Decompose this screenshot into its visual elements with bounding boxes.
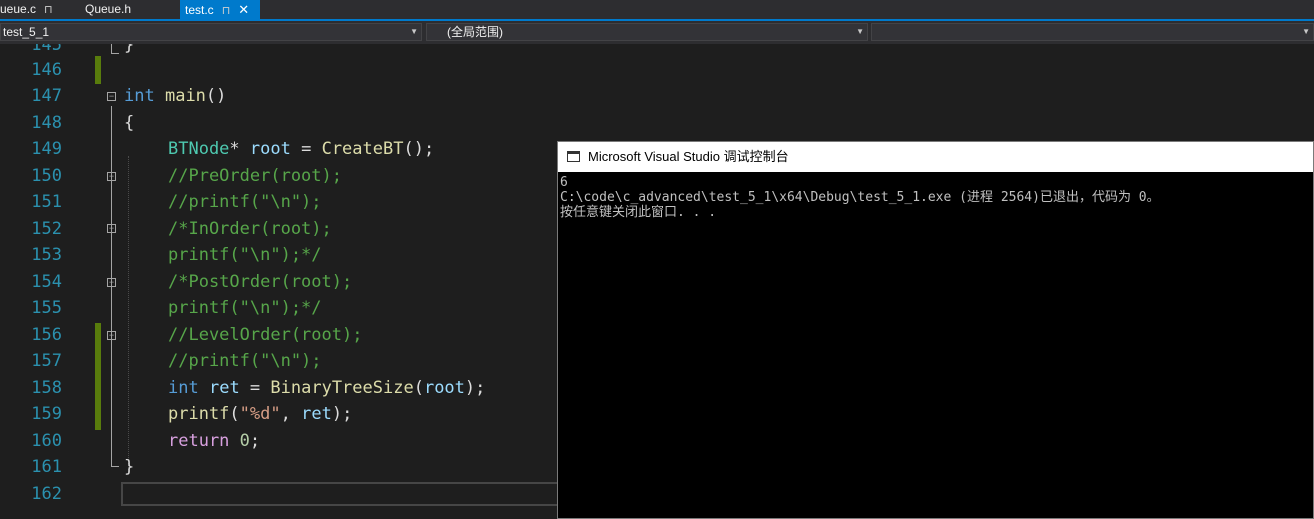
line-number: 158 <box>31 378 62 398</box>
collapse-icon[interactable]: − <box>107 278 116 287</box>
fold-end <box>111 466 119 467</box>
tab-label: test.c <box>185 3 214 17</box>
code-line[interactable]: } <box>124 454 134 481</box>
close-icon[interactable]: ✕ <box>238 0 249 19</box>
line-number: 155 <box>31 298 62 318</box>
member-dropdown[interactable]: ▼ <box>871 23 1314 41</box>
code-line[interactable]: { <box>124 110 134 137</box>
scope-dropdown[interactable]: (全局范围) ▼ <box>426 23 868 41</box>
code-line[interactable]: /*PostOrder(root); <box>168 269 352 296</box>
pin-icon[interactable]: ⊓ <box>44 4 53 16</box>
code-line[interactable]: return 0; <box>168 428 260 455</box>
line-number: 153 <box>31 245 62 265</box>
console-title: Microsoft Visual Studio 调试控制台 <box>588 149 789 164</box>
tab-label: Queue.h <box>85 2 132 16</box>
line-number: 159 <box>31 404 62 424</box>
project-label: test_5_1 <box>3 25 50 39</box>
code-line[interactable]: printf("\n");*/ <box>168 295 322 322</box>
code-line[interactable]: //PreOrder(root); <box>168 163 342 190</box>
line-number: 147 <box>31 86 62 106</box>
tab-label: ueue.c <box>0 2 37 16</box>
line-number: 150 <box>31 166 62 186</box>
line-number: 154 <box>31 272 62 292</box>
line-number: 152 <box>31 219 62 239</box>
console-line: C:\code\c_advanced\test_5_1\x64\Debug\te… <box>560 190 1160 205</box>
code-line[interactable]: } <box>124 44 134 59</box>
line-number: 156 <box>31 325 62 345</box>
change-marker <box>95 323 101 430</box>
line-number: 151 <box>31 192 62 212</box>
pin-icon[interactable]: ⊓ <box>222 5 231 17</box>
current-line-highlight <box>121 482 561 506</box>
tab-queue-c[interactable]: ueue.c ⊓ <box>0 0 62 19</box>
code-line[interactable]: int main() <box>124 83 226 110</box>
code-line[interactable]: //LevelOrder(root); <box>168 322 362 349</box>
debug-console-window[interactable]: Microsoft Visual Studio 调试控制台 6 C:\code\c… <box>557 141 1314 519</box>
tab-test-c[interactable]: test.c ⊓ ✕ <box>180 0 260 19</box>
navigation-bar: test_5_1 ▼ (全局范围) ▼ ▼ <box>0 21 1314 44</box>
code-line[interactable]: /*InOrder(root); <box>168 216 332 243</box>
line-number: 146 <box>31 60 62 80</box>
code-line[interactable]: //printf("\n"); <box>168 189 322 216</box>
fold-end <box>111 53 119 54</box>
line-number: 157 <box>31 351 62 371</box>
console-output[interactable]: 6 C:\code\c_advanced\test_5_1\x64\Debug\t… <box>560 175 1313 518</box>
project-dropdown[interactable]: test_5_1 ▼ <box>0 23 422 41</box>
line-number: 148 <box>31 113 62 133</box>
code-line[interactable]: //printf("\n"); <box>168 348 322 375</box>
code-line[interactable]: printf("\n");*/ <box>168 242 322 269</box>
chevron-down-icon: ▼ <box>410 27 418 36</box>
line-number: 161 <box>31 457 62 477</box>
console-line: 按任意键关闭此窗口. . . <box>560 205 717 220</box>
chevron-down-icon: ▼ <box>856 27 864 36</box>
console-title-bar[interactable]: Microsoft Visual Studio 调试控制台 <box>558 142 1313 172</box>
code-line[interactable]: int ret = BinaryTreeSize(root); <box>168 375 485 402</box>
collapse-icon[interactable]: − <box>107 172 116 181</box>
collapse-icon[interactable]: − <box>107 331 116 340</box>
line-number: 160 <box>31 431 62 451</box>
console-window-icon <box>567 151 580 162</box>
console-line: 6 <box>560 175 568 190</box>
document-tab-bar: ueue.c ⊓ Queue.h test.c ⊓ ✕ <box>0 0 1314 21</box>
change-marker <box>95 56 101 84</box>
line-number: 149 <box>31 139 62 159</box>
indent-guide <box>128 156 129 474</box>
collapse-icon[interactable]: − <box>107 92 116 101</box>
code-line[interactable]: printf("%d", ret); <box>168 401 352 428</box>
scope-label: (全局范围) <box>447 25 503 39</box>
line-number: 162 <box>31 484 62 504</box>
collapse-icon[interactable]: − <box>107 224 116 233</box>
code-line[interactable]: BTNode* root = CreateBT(); <box>168 136 434 163</box>
chevron-down-icon: ▼ <box>1302 27 1310 36</box>
tab-queue-h[interactable]: Queue.h <box>85 0 165 19</box>
